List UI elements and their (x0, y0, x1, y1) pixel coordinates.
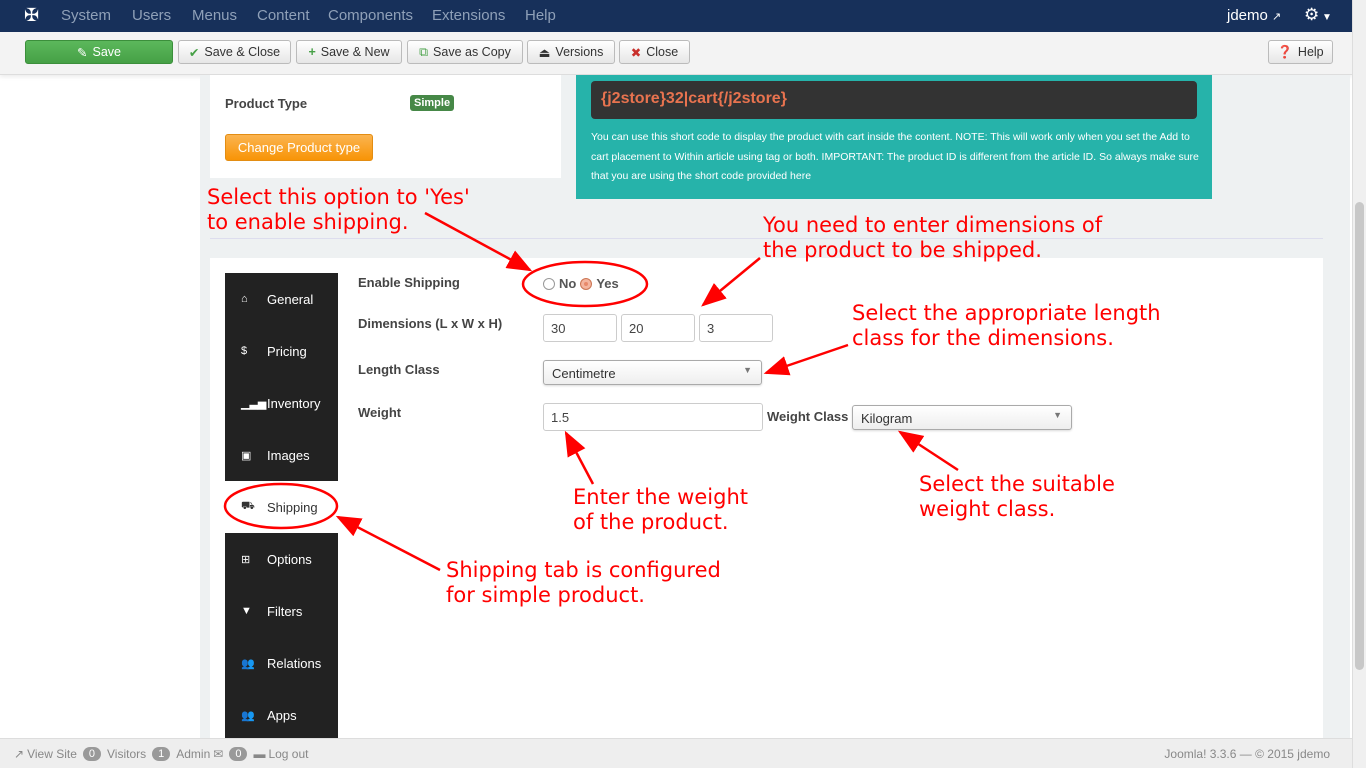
messages-count[interactable]: 0 (229, 747, 248, 761)
highlight-ellipse-enable-shipping (521, 260, 649, 308)
arrow-weight-class (897, 430, 959, 472)
visitors-label: Visitors (107, 747, 147, 761)
scrollbar[interactable] (1352, 0, 1366, 768)
arrow-enable-shipping (424, 211, 533, 272)
arrow-length-class (763, 343, 849, 376)
minus-icon: ▬ (253, 747, 266, 761)
status-footer: ↗ View Site 0 Visitors 1 Admin ✉ 0 ▬ Log o… (0, 738, 1352, 768)
visitors-count: 0 (82, 747, 101, 761)
version-text: Joomla! 3.3.6 — © 2015 jdemo (1164, 747, 1330, 761)
arrow-weight (564, 430, 595, 485)
admin-label: Admin (176, 747, 211, 761)
highlight-ellipse-shipping-tab (223, 482, 339, 530)
admin-count: 1 (152, 747, 171, 761)
envelope-icon: ✉ (213, 747, 224, 761)
external-link-icon: ↗ (14, 747, 25, 761)
scrollbar-thumb[interactable] (1355, 202, 1364, 670)
view-site-link[interactable]: View Site (27, 747, 77, 761)
logout-link[interactable]: Log out (268, 747, 308, 761)
arrow-shipping-tab (335, 515, 441, 572)
arrow-dimensions (701, 257, 761, 307)
annotation-arrows (223, 211, 959, 572)
